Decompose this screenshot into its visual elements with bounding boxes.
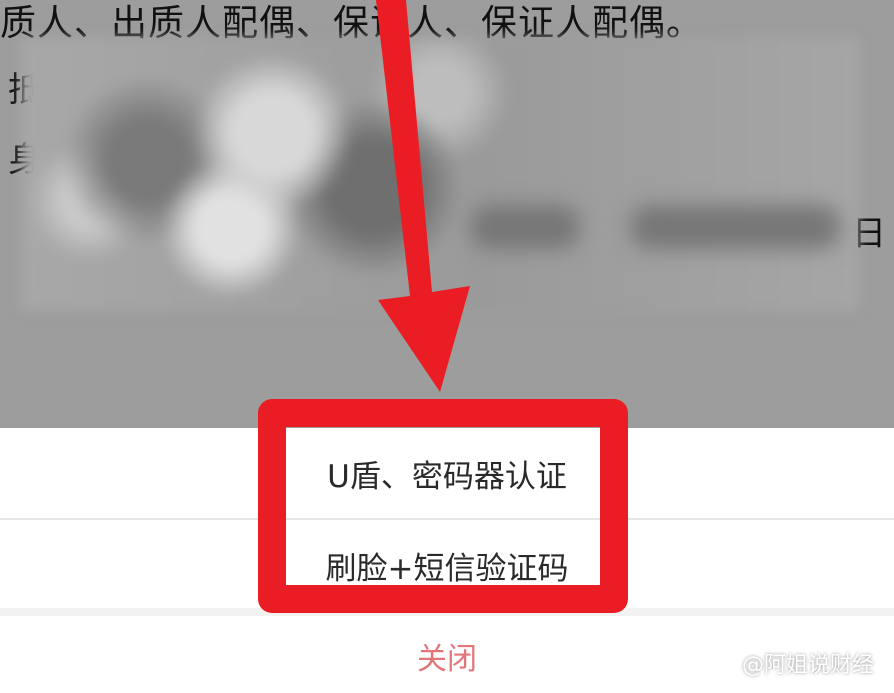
blurred-redaction <box>470 205 580 249</box>
dimmed-page-background: 质人、出质人配偶、保证人、保证人配偶。 抵 身 日 <box>0 0 894 428</box>
divider <box>0 608 894 616</box>
watermark-text: @阿姐说财经 <box>741 653 874 678</box>
watermark: @阿姐说财经 <box>713 647 874 679</box>
option-ukey-password-auth[interactable]: U盾、密码器认证 <box>0 428 894 518</box>
option-face-sms-auth[interactable]: 刷脸+短信验证码 <box>0 520 894 610</box>
blurred-redaction <box>22 38 858 310</box>
blurred-redaction <box>630 205 840 249</box>
watermark-logo-icon <box>713 652 736 674</box>
